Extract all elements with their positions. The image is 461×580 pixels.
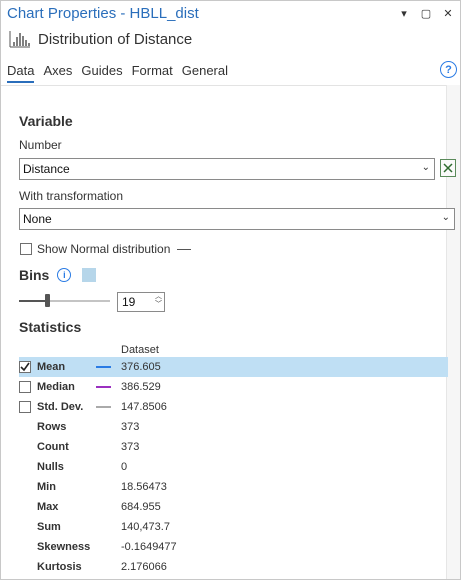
stat-row-count: Count 373 xyxy=(19,437,448,457)
stat-name: Skewness xyxy=(37,541,91,553)
show-normal-label: Show Normal distribution xyxy=(37,242,171,256)
clear-selection-button[interactable] xyxy=(440,159,456,177)
bins-count-stepper[interactable]: 19 ︿ ﹀ xyxy=(117,292,165,312)
show-normal-checkbox[interactable] xyxy=(20,243,32,255)
chevron-down-icon[interactable]: ﹀ xyxy=(155,301,162,309)
number-dropdown[interactable]: Distance ⌄ xyxy=(19,158,435,180)
slider-thumb[interactable] xyxy=(45,294,50,307)
clear-x-icon xyxy=(443,163,453,173)
histogram-chart-icon xyxy=(9,31,30,48)
tabs-divider xyxy=(1,85,460,86)
stat-value: 386.529 xyxy=(121,381,161,393)
tab-data[interactable]: Data xyxy=(7,63,35,83)
tab-format[interactable]: Format xyxy=(132,63,173,83)
stat-name: Sum xyxy=(37,521,61,533)
stepper-arrows[interactable]: ︿ ﹀ xyxy=(155,293,162,309)
stat-value: 2.176066 xyxy=(121,561,167,573)
stat-row-max: Max 684.955 xyxy=(19,497,448,517)
stat-value: 373 xyxy=(121,421,140,433)
stat-row-kurtosis: Kurtosis 2.176066 xyxy=(19,557,448,577)
stat-name: Nulls xyxy=(37,461,64,473)
mean-checkbox[interactable] xyxy=(19,361,31,373)
bins-count-value: 19 xyxy=(122,295,136,309)
close-icon[interactable]: ✕ xyxy=(442,6,454,20)
chart-subtitle: Distribution of Distance xyxy=(38,30,193,48)
stat-row-mean[interactable]: Mean 376.605 xyxy=(19,357,448,377)
window-controls: ▾ ▢ ✕ xyxy=(398,6,454,20)
stat-value: 373 xyxy=(121,441,140,453)
bins-title: Bins xyxy=(19,267,50,283)
number-label: Number xyxy=(19,138,62,152)
mean-line-swatch xyxy=(96,366,111,368)
tab-guides[interactable]: Guides xyxy=(81,63,122,83)
chevron-down-icon: ⌄ xyxy=(441,212,450,223)
stat-value: 140,473.7 xyxy=(121,521,170,533)
normal-line-swatch xyxy=(177,248,192,250)
transformation-dropdown-value: None xyxy=(23,212,52,226)
tab-general[interactable]: General xyxy=(182,63,228,83)
properties-tabs: Data Axes Guides Format General xyxy=(7,63,228,83)
stat-value: 684.955 xyxy=(121,501,161,513)
stat-value: -0.1649477 xyxy=(121,541,177,553)
bins-color-swatch[interactable] xyxy=(82,268,97,282)
show-normal-row: Show Normal distribution xyxy=(20,242,192,256)
transformation-label: With transformation xyxy=(19,189,124,203)
stat-value: 18.56473 xyxy=(121,481,167,493)
stat-value: 147.8506 xyxy=(121,401,167,413)
help-icon[interactable]: ? xyxy=(440,61,457,78)
stat-row-sum: Sum 140,473.7 xyxy=(19,517,448,537)
stat-name: Median xyxy=(37,381,75,393)
slider-fill xyxy=(19,300,45,302)
stat-row-nulls: Nulls 0 xyxy=(19,457,448,477)
stat-row-rows: Rows 373 xyxy=(19,417,448,437)
stat-row-median[interactable]: Median 386.529 xyxy=(19,377,448,397)
transformation-dropdown[interactable]: None ⌄ xyxy=(19,208,455,230)
std-dev-checkbox[interactable] xyxy=(19,401,31,413)
stat-name: Max xyxy=(37,501,59,513)
dataset-column-header: Dataset xyxy=(121,344,159,356)
stat-name: Count xyxy=(37,441,69,453)
stat-name: Rows xyxy=(37,421,67,433)
tab-axes[interactable]: Axes xyxy=(43,63,72,83)
number-dropdown-value: Distance xyxy=(23,162,70,176)
pin-menu-icon[interactable]: ▾ xyxy=(398,6,410,20)
checkmark-icon xyxy=(20,362,30,372)
median-line-swatch xyxy=(96,386,111,388)
chevron-up-icon[interactable]: ︿ xyxy=(155,293,162,301)
variable-section-title: Variable xyxy=(19,113,73,129)
statistics-section-title: Statistics xyxy=(19,319,82,335)
stat-name: Mean xyxy=(37,361,66,373)
std-dev-line-swatch xyxy=(96,406,111,408)
info-icon[interactable]: i xyxy=(57,268,72,282)
bins-slider[interactable] xyxy=(19,294,110,308)
stat-value: 0 xyxy=(121,461,128,473)
chart-properties-pane: Chart Properties - HBLL_dist ▾ ▢ ✕ Distr… xyxy=(0,0,461,580)
stat-row-min: Min 18.56473 xyxy=(19,477,448,497)
chart-header: Distribution of Distance xyxy=(9,30,192,48)
restore-icon[interactable]: ▢ xyxy=(420,6,432,20)
median-checkbox[interactable] xyxy=(19,381,31,393)
stat-name: Std. Dev. xyxy=(37,401,84,413)
stat-name: Kurtosis xyxy=(37,561,82,573)
stat-row-skewness: Skewness -0.1649477 xyxy=(19,537,448,557)
pane-titlebar: Chart Properties - HBLL_dist ▾ ▢ ✕ xyxy=(1,1,460,27)
stat-value: 376.605 xyxy=(121,361,161,373)
bins-header: Bins i xyxy=(19,267,97,283)
pane-title: Chart Properties - HBLL_dist xyxy=(7,5,199,22)
chevron-down-icon: ⌄ xyxy=(421,162,430,173)
stat-name: Min xyxy=(37,481,56,493)
stat-row-std-dev[interactable]: Std. Dev. 147.8506 xyxy=(19,397,448,417)
